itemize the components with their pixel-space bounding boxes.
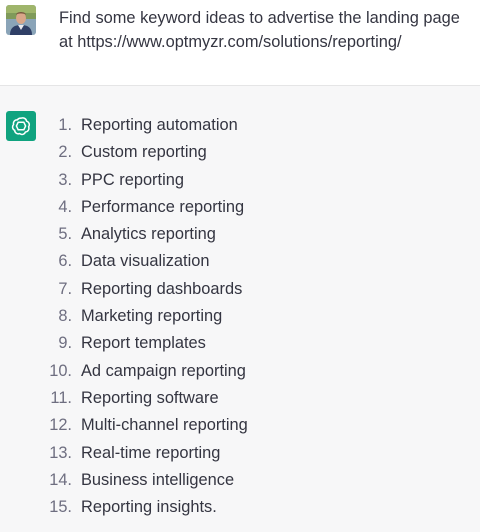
user-message: Find some keyword ideas to advertise the… bbox=[0, 0, 480, 86]
openai-logo-icon bbox=[11, 117, 31, 136]
assistant-message: 1. Reporting automation 2. Custom reportin… bbox=[0, 87, 480, 532]
user-avatar bbox=[6, 5, 36, 35]
user-prompt-text: Find some keyword ideas to advertise the… bbox=[59, 9, 460, 51]
